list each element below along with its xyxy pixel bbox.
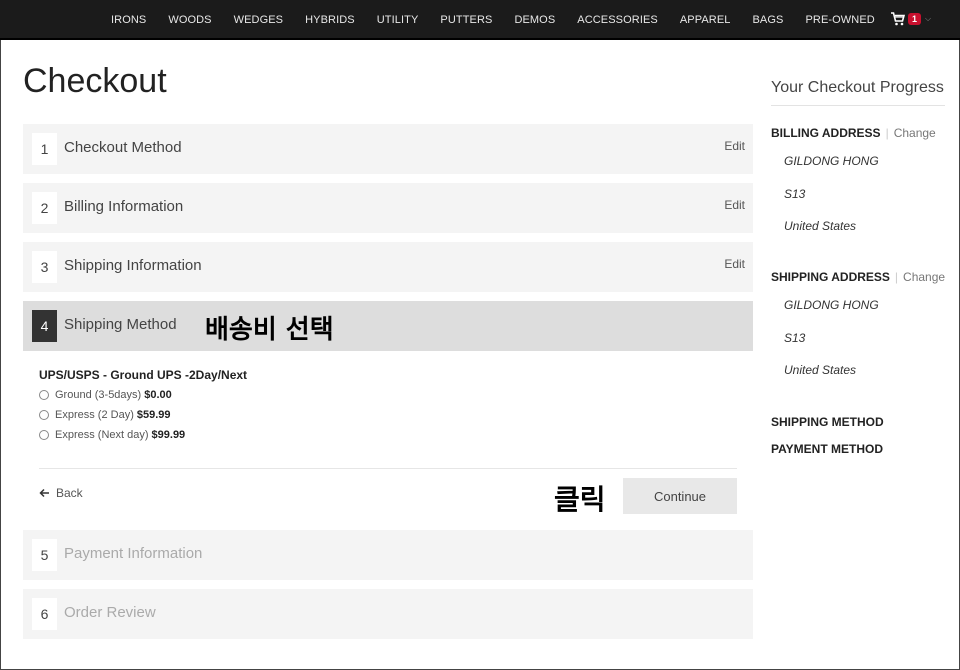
nav-accessories[interactable]: ACCESSORIES	[577, 14, 658, 26]
nav-utility[interactable]: UTILITY	[377, 14, 419, 26]
nav-bags[interactable]: BAGS	[753, 14, 784, 26]
chevron-down-icon[interactable]: ⌵	[925, 14, 931, 24]
sidebar-title: Your Checkout Progress	[771, 79, 944, 96]
step-billing-information[interactable]: 2 Billing Information Edit	[23, 183, 753, 233]
billing-address-label: BILLING ADDRESS	[771, 126, 881, 140]
arrow-left-icon	[39, 488, 49, 498]
option-price: $99.99	[151, 429, 186, 441]
cart-count-badge: 1	[908, 13, 922, 25]
edit-link[interactable]: Edit	[724, 198, 745, 212]
step-label: Order Review	[64, 604, 156, 621]
shipping-option-express-nextday[interactable]: Express (Next day) $99.99	[39, 429, 247, 441]
step-checkout-method[interactable]: 1 Checkout Method Edit	[23, 124, 753, 174]
step-number: 5	[32, 539, 57, 571]
step-number: 2	[32, 192, 57, 224]
billing-name: GILDONG HONG	[784, 154, 879, 168]
nav-pre-owned[interactable]: PRE-OWNED	[805, 14, 874, 26]
shipping-country: United States	[784, 363, 857, 377]
shipping-address-heading: SHIPPING ADDRESS | Change	[771, 270, 945, 284]
annotation-select-shipping: 배송비 선택	[205, 315, 334, 345]
step-label: Billing Information	[64, 198, 184, 215]
edit-link[interactable]: Edit	[724, 139, 745, 153]
step-label: Payment Information	[64, 545, 203, 562]
option-price: $59.99	[136, 409, 171, 421]
option-label: Ground (3-5days)	[55, 389, 142, 401]
step-order-review: 6 Order Review	[23, 589, 753, 639]
nav-demos[interactable]: DEMOS	[514, 14, 555, 26]
step-number: 3	[32, 251, 57, 283]
shipping-name: GILDONG HONG	[784, 298, 879, 312]
billing-country: United States	[784, 219, 857, 233]
back-link[interactable]: Back	[39, 486, 83, 500]
nav-links: IRONS WOODS WEDGES HYBRIDS UTILITY PUTTE…	[100, 0, 886, 40]
option-label: Express (Next day)	[55, 429, 149, 441]
sidebar-divider	[771, 105, 945, 106]
nav-woods[interactable]: WOODS	[168, 14, 211, 26]
billing-address-heading: BILLING ADDRESS | Change	[771, 126, 936, 140]
divider	[39, 468, 737, 469]
nav-wedges[interactable]: WEDGES	[234, 14, 284, 26]
page-title: Checkout	[23, 62, 167, 100]
payment-method-heading: PAYMENT METHOD	[771, 442, 884, 456]
radio-button[interactable]	[39, 390, 49, 400]
step-label: Shipping Method	[64, 316, 177, 333]
shipping-method-body: UPS/USPS - Ground UPS -2Day/Next Ground …	[39, 368, 247, 449]
separator: |	[885, 126, 889, 140]
back-label: Back	[56, 486, 83, 500]
nav-irons[interactable]: IRONS	[111, 14, 146, 26]
billing-change-link[interactable]: Change	[894, 126, 936, 140]
option-label: Express (2 Day)	[55, 409, 134, 421]
carrier-heading: UPS/USPS - Ground UPS -2Day/Next	[39, 368, 248, 382]
cart-button[interactable]: 1 ⌵	[890, 11, 931, 27]
cart-icon	[891, 12, 906, 26]
step-label: Checkout Method	[64, 139, 182, 156]
shipping-change-link[interactable]: Change	[903, 270, 945, 284]
annotation-click: 클릭	[554, 483, 606, 516]
shipping-address-label: SHIPPING ADDRESS	[771, 270, 890, 284]
step-shipping-method: 4 Shipping Method 배송비 선택	[23, 301, 753, 351]
radio-button[interactable]	[39, 430, 49, 440]
step-number: 4	[32, 310, 57, 342]
shipping-method-heading: SHIPPING METHOD	[771, 415, 884, 429]
nav-hybrids[interactable]: HYBRIDS	[305, 14, 355, 26]
nav-apparel[interactable]: APPAREL	[680, 14, 731, 26]
shipping-option-ground[interactable]: Ground (3-5days) $0.00	[39, 389, 247, 401]
nav-putters[interactable]: PUTTERS	[440, 14, 492, 26]
step-number: 1	[32, 133, 57, 165]
billing-street: S13	[784, 187, 806, 201]
separator: |	[894, 270, 899, 284]
step-label: Shipping Information	[64, 257, 202, 274]
edit-link[interactable]: Edit	[724, 257, 745, 271]
step-payment-information: 5 Payment Information	[23, 530, 753, 580]
option-price: $0.00	[144, 389, 172, 401]
shipping-option-express-2day[interactable]: Express (2 Day) $59.99	[39, 409, 247, 421]
step-shipping-information[interactable]: 3 Shipping Information Edit	[23, 242, 753, 292]
continue-button[interactable]: Continue	[623, 478, 737, 514]
shipping-street: S13	[784, 331, 806, 345]
step-number: 6	[32, 598, 57, 630]
top-nav: IRONS WOODS WEDGES HYBRIDS UTILITY PUTTE…	[0, 0, 960, 40]
radio-button[interactable]	[39, 410, 49, 420]
